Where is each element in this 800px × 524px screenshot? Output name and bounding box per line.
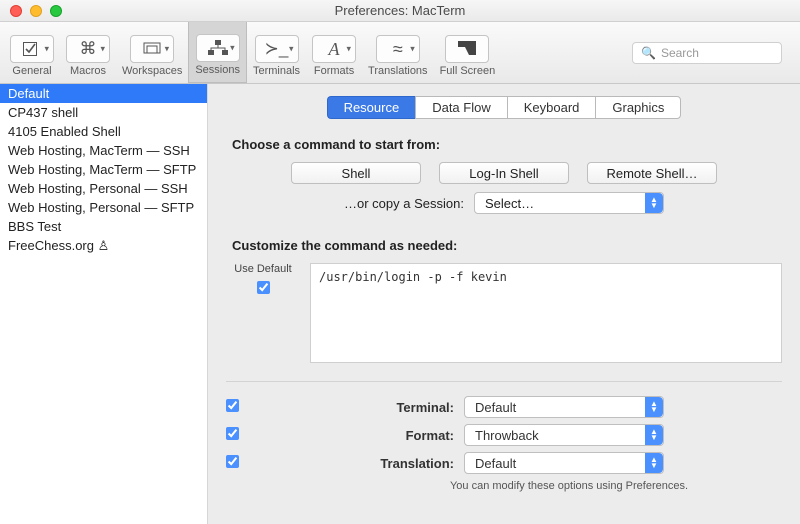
toolbar-translations[interactable]: ≈▾ Translations [362,22,434,83]
toolbar-formats[interactable]: A▾ Formats [306,22,362,83]
translation-select[interactable]: Default ▲▼ [464,452,664,474]
sidebar-item[interactable]: Web Hosting, MacTerm — SSH [0,141,207,160]
use-default-column: Use Default [226,263,300,363]
use-default-label: Use Default [226,263,300,275]
session-tabs: Resource Data Flow Keyboard Graphics [226,96,782,119]
sidebar-item-default[interactable]: Default [0,84,207,103]
translation-label: Translation: [344,456,454,471]
command-buttons: Shell Log-In Shell Remote Shell… [226,162,782,184]
command-row: Use Default /usr/bin/login -p -f kevin [226,263,782,363]
format-checkbox[interactable] [226,427,239,440]
toolbar-label: Translations [368,65,428,77]
toolbar-macros[interactable]: ⌘▾ Macros [60,22,116,83]
choose-command-label: Choose a command to start from: [232,137,782,152]
chevron-updown-icon: ▲▼ [645,193,663,213]
terminal-label: Terminal: [344,400,454,415]
toolbar-label: Workspaces [122,65,182,77]
select-value: Default [475,456,516,471]
shell-button[interactable]: Shell [291,162,421,184]
content-pane: Resource Data Flow Keyboard Graphics Cho… [208,84,800,524]
main-row: Default CP437 shell 4105 Enabled Shell W… [0,84,800,524]
command-textarea[interactable]: /usr/bin/login -p -f kevin [310,263,782,363]
zoom-window-button[interactable] [50,5,62,17]
toolbar-label: Terminals [253,65,300,77]
checkbox-icon: ▾ [10,35,54,63]
copy-session-label: …or copy a Session: [344,196,464,211]
font-icon: A▾ [312,35,356,63]
search-wrap: 🔍 Search [632,22,796,83]
tab-resource[interactable]: Resource [327,96,416,119]
sessions-sidebar: Default CP437 shell 4105 Enabled Shell W… [0,84,208,524]
toolbar: ▾ General ⌘▾ Macros ▾ Workspaces ▾ Sessi… [0,22,800,84]
sidebar-item[interactable]: 4105 Enabled Shell [0,122,207,141]
copy-session-row: …or copy a Session: Select… ▲▼ [226,192,782,214]
network-icon: ▾ [196,34,240,62]
toolbar-general[interactable]: ▾ General [4,22,60,83]
select-value: Throwback [475,428,539,443]
close-window-button[interactable] [10,5,22,17]
search-placeholder: Search [661,46,699,60]
translation-row: Translation: Default ▲▼ [226,452,782,474]
sidebar-item[interactable]: FreeChess.org ♙ [0,236,207,256]
sidebar-item[interactable]: Web Hosting, MacTerm — SFTP [0,160,207,179]
toolbar-label: Full Screen [440,65,496,77]
select-value: Default [475,400,516,415]
terminal-select[interactable]: Default ▲▼ [464,396,664,418]
workspaces-icon: ▾ [130,35,174,63]
sidebar-item[interactable]: Web Hosting, Personal — SFTP [0,198,207,217]
titlebar: Preferences: MacTerm [0,0,800,22]
tab-dataflow[interactable]: Data Flow [415,96,507,119]
terminal-row: Terminal: Default ▲▼ [226,396,782,418]
minimize-window-button[interactable] [30,5,42,17]
toolbar-fullscreen[interactable]: Full Screen [434,22,502,83]
toolbar-label: General [12,65,51,77]
login-shell-button[interactable]: Log-In Shell [439,162,569,184]
customize-label: Customize the command as needed: [232,238,782,253]
copy-session-select[interactable]: Select… ▲▼ [474,192,664,214]
search-icon: 🔍 [641,46,656,60]
format-select[interactable]: Throwback ▲▼ [464,424,664,446]
tab-graphics[interactable]: Graphics [595,96,681,119]
preferences-window: Preferences: MacTerm ▾ General ⌘▾ Macros… [0,0,800,524]
fullscreen-icon [445,35,489,63]
preferences-hint: You can modify these options using Prefe… [356,480,782,492]
toolbar-label: Macros [70,65,106,77]
command-icon: ⌘▾ [66,35,110,63]
chevron-updown-icon: ▲▼ [645,425,663,445]
toolbar-label: Formats [314,65,354,77]
chevron-updown-icon: ▲▼ [645,453,663,473]
use-default-checkbox[interactable] [257,281,270,294]
select-value: Select… [485,196,534,211]
sidebar-item[interactable]: BBS Test [0,217,207,236]
prompt-icon: ≻_▾ [255,35,299,63]
toolbar-terminals[interactable]: ≻_▾ Terminals [247,22,306,83]
separator [226,381,782,382]
search-input[interactable]: 🔍 Search [632,42,782,64]
approx-icon: ≈▾ [376,35,420,63]
chevron-updown-icon: ▲▼ [645,397,663,417]
window-title: Preferences: MacTerm [0,3,800,18]
command-text: /usr/bin/login -p -f kevin [319,270,507,284]
toolbar-sessions[interactable]: ▾ Sessions [188,22,247,83]
window-controls [10,5,62,17]
remote-shell-button[interactable]: Remote Shell… [587,162,717,184]
tab-keyboard[interactable]: Keyboard [507,96,596,119]
sidebar-item[interactable]: Web Hosting, Personal — SSH [0,179,207,198]
sidebar-item[interactable]: CP437 shell [0,103,207,122]
terminal-checkbox[interactable] [226,399,239,412]
format-label: Format: [344,428,454,443]
translation-checkbox[interactable] [226,455,239,468]
toolbar-label: Sessions [195,64,240,76]
format-row: Format: Throwback ▲▼ [226,424,782,446]
toolbar-workspaces[interactable]: ▾ Workspaces [116,22,188,83]
